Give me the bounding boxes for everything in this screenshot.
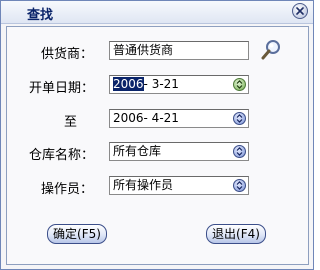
- start-date-field[interactable]: 2006- 3-21: [109, 75, 249, 94]
- operator-value: 所有操作员: [113, 178, 174, 192]
- warehouse-value: 所有仓库: [113, 144, 162, 158]
- chevron-down-icon: [236, 181, 243, 190]
- end-date-label: 至: [64, 115, 78, 130]
- start-date-year: 2006: [113, 77, 144, 91]
- exit-button[interactable]: 退出(F4): [206, 224, 266, 244]
- supplier-value: 普通供货商: [113, 43, 174, 57]
- warehouse-dropdown-button[interactable]: [233, 145, 246, 158]
- magnifier-icon[interactable]: [260, 39, 282, 61]
- operator-dropdown-button[interactable]: [233, 179, 246, 192]
- warehouse-select[interactable]: 所有仓库: [109, 142, 249, 161]
- supplier-label: 供货商：: [41, 47, 94, 62]
- start-date-rest: - 3-21: [143, 77, 179, 91]
- end-date-button[interactable]: [233, 112, 246, 125]
- supplier-field[interactable]: 普通供货商: [109, 41, 249, 60]
- end-date-field[interactable]: 2006- 4-21: [109, 109, 249, 128]
- warehouse-label: 仓库名称：: [29, 148, 95, 163]
- confirm-button[interactable]: 确定(F5): [47, 224, 107, 244]
- date-spin-icon: [236, 114, 243, 123]
- title-bar: 查找: [1, 1, 313, 24]
- form-panel: 供货商： 普通供货商 开单日期： 2006- 3-21 至 2006- 4-21: [6, 26, 309, 265]
- operator-select[interactable]: 所有操作员: [109, 176, 249, 195]
- close-button[interactable]: [292, 3, 308, 19]
- date-spin-icon: [236, 80, 243, 89]
- search-dialog: 查找 供货商： 普通供货商 开单日期： 2006- 3-21 至 2006- 4…: [0, 0, 314, 270]
- start-date-button[interactable]: [233, 78, 246, 91]
- start-date-label: 开单日期：: [29, 81, 95, 96]
- close-icon: [296, 7, 304, 15]
- end-date-value: 2006- 4-21: [113, 111, 179, 125]
- window-title: 查找: [27, 8, 54, 23]
- operator-label: 操作员：: [41, 182, 94, 197]
- chevron-down-icon: [236, 147, 243, 156]
